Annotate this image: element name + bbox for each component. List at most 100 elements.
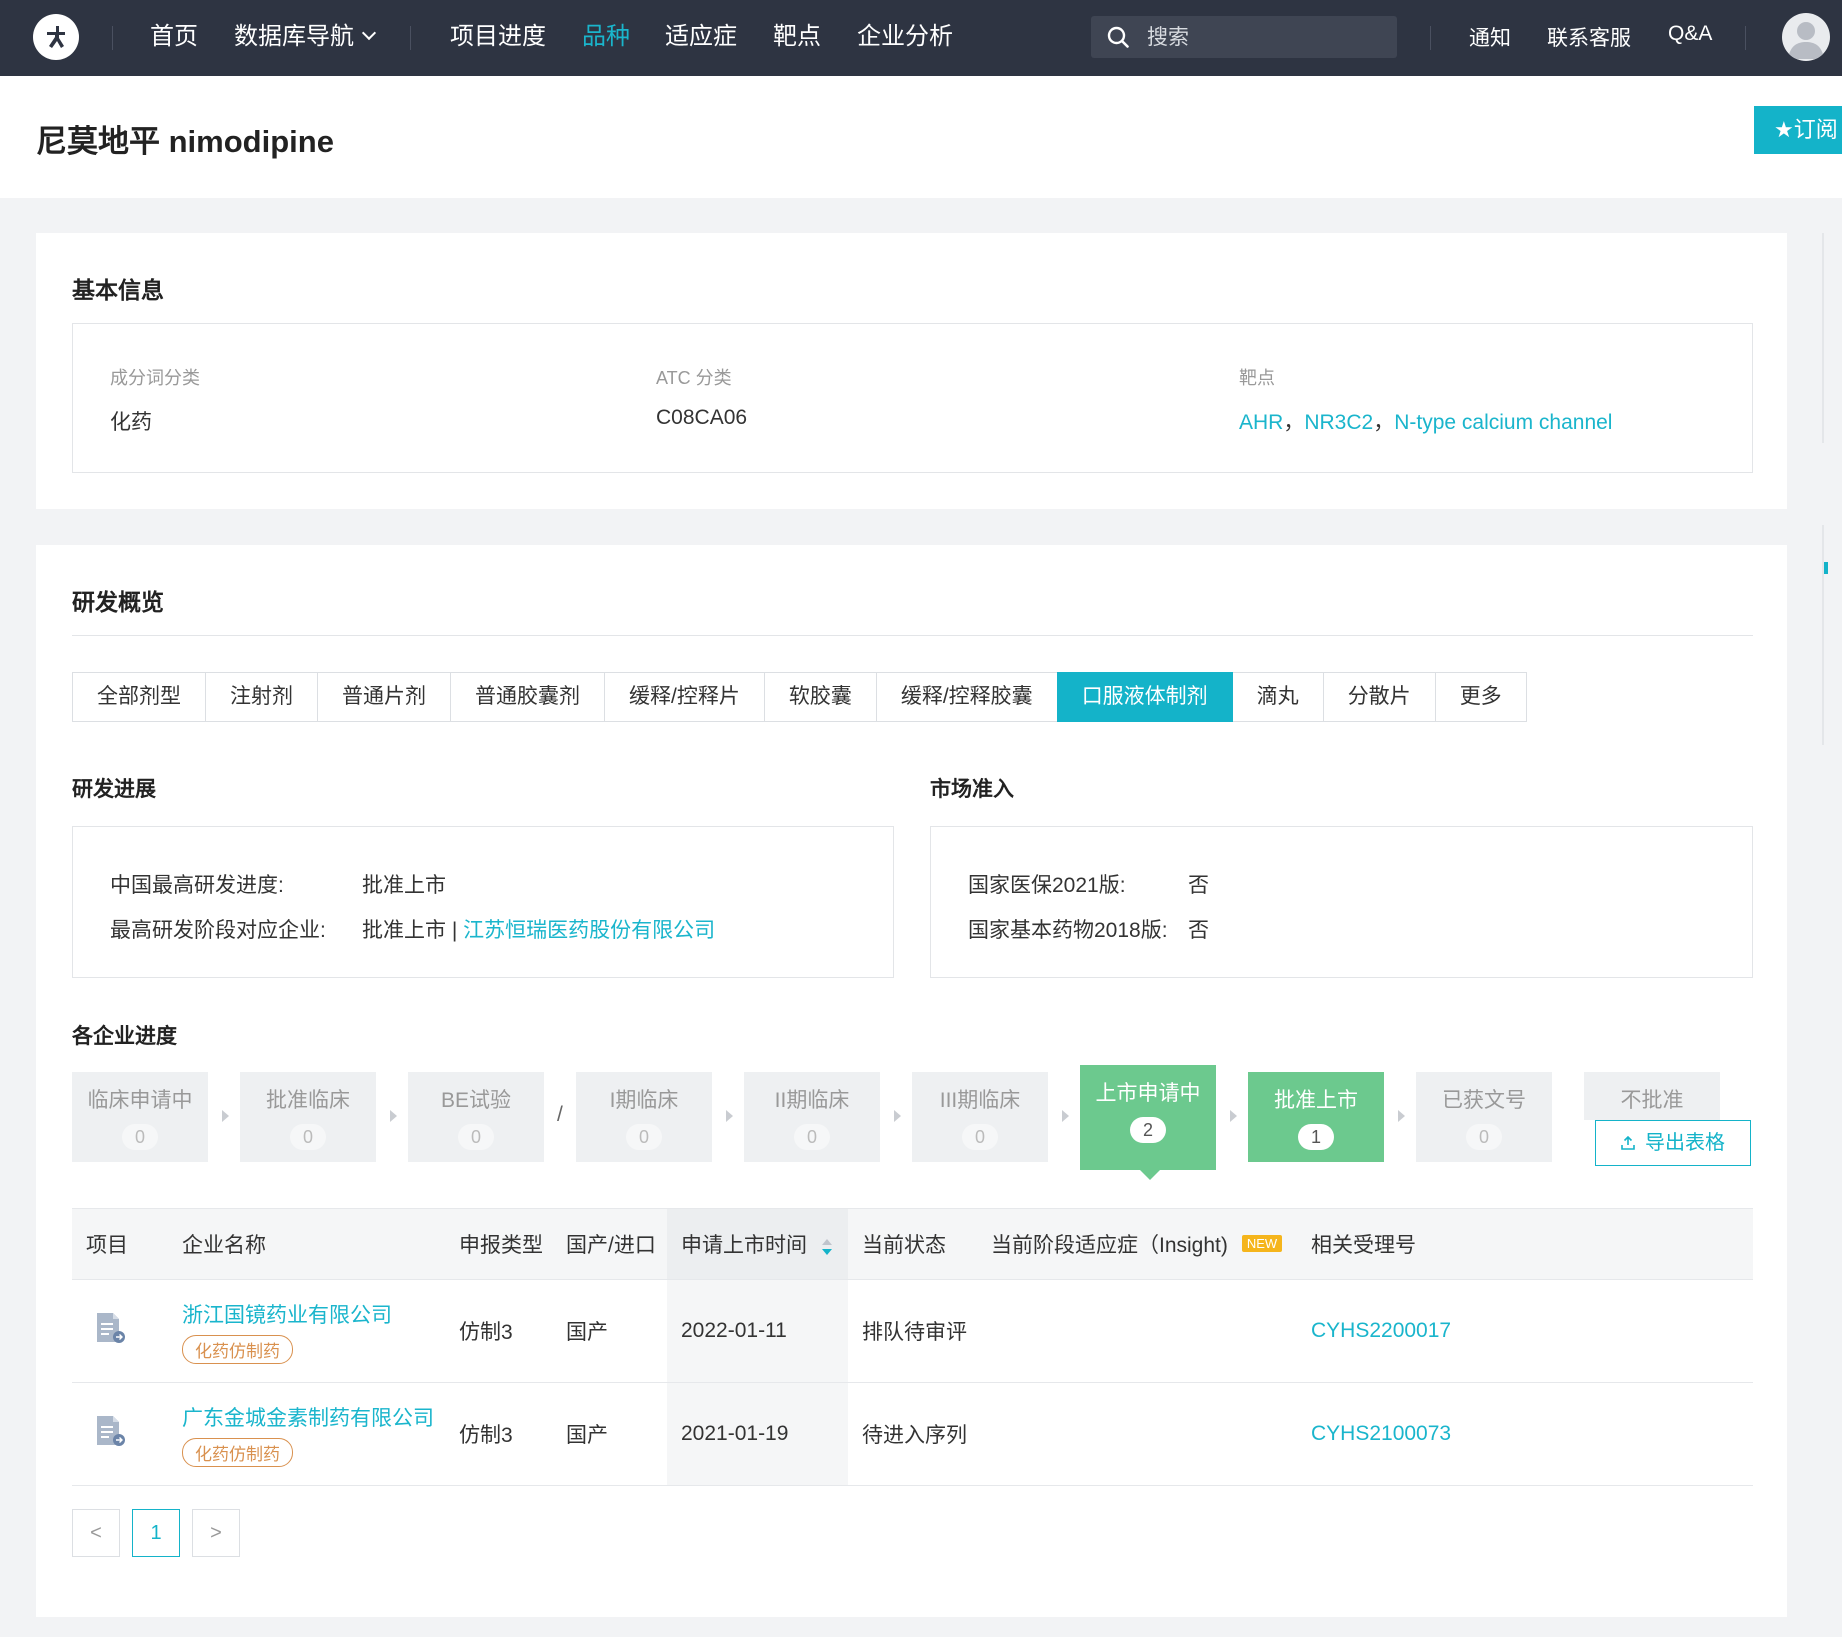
cn-highest-label: 中国最高研发进度:: [110, 874, 284, 897]
basic-info-card: 基本信息 成分词分类 化药 ATC 分类 C08CA06 靶点 AHR，NR3C…: [36, 233, 1787, 509]
stage-slash: /: [557, 1103, 563, 1126]
arrow-right-icon: [390, 1110, 397, 1122]
search-box: [1091, 16, 1397, 58]
table-row: 广东金城金素制药有限公司 化药仿制药 仿制3 国产 2021-01-19 待进入…: [72, 1382, 1753, 1486]
tab-injection[interactable]: 注射剂: [205, 672, 318, 722]
scroll-indicator: [1822, 233, 1824, 443]
page-title: 尼莫地平 nimodipine: [36, 124, 334, 159]
nav-target[interactable]: 靶点: [773, 20, 821, 54]
export-table-button[interactable]: 导出表格: [1595, 1120, 1751, 1166]
col-indication-label: 当前阶段适应症（Insight): [991, 1234, 1228, 1257]
stage-rejected[interactable]: 不批准: [1584, 1072, 1720, 1120]
col-date-label: 申请上市时间: [681, 1234, 807, 1257]
tab-dispersible-tablet[interactable]: 分散片: [1322, 672, 1436, 722]
tab-more[interactable]: 更多: [1434, 672, 1527, 722]
basic-info-box: 成分词分类 化药 ATC 分类 C08CA06 靶点 AHR，NR3C2，N-t…: [72, 323, 1753, 473]
tab-soft-capsule[interactable]: 软胶囊: [763, 672, 877, 722]
company-link[interactable]: 江苏恒瑞医药股份有限公司: [463, 919, 715, 942]
company-link[interactable]: 广东金城金素制药有限公司: [182, 1402, 445, 1432]
stage-phase-2[interactable]: II期临床 0: [744, 1072, 880, 1162]
project-cell: [72, 1382, 168, 1486]
prev-page-button[interactable]: <: [72, 1509, 120, 1557]
scroll-marker: [1824, 562, 1828, 574]
chevron-down-icon: [361, 25, 377, 41]
subscribe-button[interactable]: ★订阅: [1754, 106, 1842, 154]
accept-no-link[interactable]: CYHS2200017: [1311, 1319, 1451, 1342]
top-navbar: 首页 数据库导航 项目进度 品种 适应症 靶点 企业分析 通知 联系客服 Q&A: [0, 0, 1842, 76]
tab-tablet[interactable]: 普通片剂: [317, 672, 451, 722]
tab-dropping-pill[interactable]: 滴丸: [1231, 672, 1324, 722]
document-icon[interactable]: [94, 1414, 126, 1448]
nav-db-navigation-label: 数据库导航: [234, 23, 354, 50]
nav-project-progress[interactable]: 项目进度: [450, 20, 546, 54]
essential-value: 否: [1188, 919, 1209, 942]
stage-approval-number[interactable]: 已获文号 0: [1416, 1072, 1552, 1162]
nav-divider: [1430, 26, 1431, 50]
notify-link[interactable]: 通知: [1469, 22, 1511, 52]
stage-clinical-approved[interactable]: 批准临床 0: [240, 1072, 376, 1162]
date-cell: 2021-01-19: [667, 1382, 848, 1486]
table-header-row: 项目 企业名称 申报类型 国产/进口 申请上市时间 当前状态 当前阶段适应症（I…: [72, 1208, 1753, 1280]
nav-divider: [112, 26, 113, 50]
next-page-button[interactable]: >: [192, 1509, 240, 1557]
accept-no-link[interactable]: CYHS2100073: [1311, 1422, 1451, 1445]
stage-name: 批准临床: [266, 1089, 350, 1112]
support-link[interactable]: 联系客服: [1547, 22, 1631, 52]
scroll-indicator: [1822, 525, 1824, 745]
tab-er-tablet[interactable]: 缓释/控释片: [604, 672, 765, 722]
page-header: 尼莫地平 nimodipine ★订阅: [0, 76, 1842, 198]
target-link[interactable]: AHR: [1239, 411, 1283, 434]
sort-icon[interactable]: [821, 1237, 833, 1257]
search-icon[interactable]: [1107, 26, 1129, 48]
nav-home[interactable]: 首页: [150, 20, 198, 54]
new-badge: NEW: [1241, 1235, 1283, 1252]
search-input[interactable]: [1145, 22, 1389, 54]
stage-clinical-application[interactable]: 临床申请中 0: [72, 1072, 208, 1162]
accept-no-cell: CYHS2100073: [1297, 1382, 1753, 1486]
arrow-right-icon: [1062, 1110, 1069, 1122]
insurance-value: 否: [1188, 874, 1209, 897]
essential-label: 国家基本药物2018版:: [968, 919, 1168, 942]
stage-name: 批准上市: [1274, 1089, 1358, 1112]
tab-capsule[interactable]: 普通胶囊剂: [450, 672, 605, 722]
nav-company-analysis[interactable]: 企业分析: [857, 20, 953, 54]
nav-db-navigation[interactable]: 数据库导航: [234, 20, 377, 54]
document-icon[interactable]: [94, 1311, 126, 1345]
stage-phase-3[interactable]: III期临床 0: [912, 1072, 1048, 1162]
logo-icon[interactable]: [33, 14, 79, 60]
target-link[interactable]: N-type calcium channel: [1394, 411, 1612, 434]
page-1-button[interactable]: 1: [132, 1509, 180, 1557]
stage-market-application[interactable]: 上市申请中 2: [1080, 1065, 1216, 1180]
atc-label: ATC 分类: [656, 368, 732, 388]
col-date[interactable]: 申请上市时间: [667, 1208, 848, 1280]
stage-phase-1[interactable]: I期临床 0: [576, 1072, 712, 1162]
type-cell: 仿制3: [445, 1382, 552, 1486]
tab-er-capsule[interactable]: 缓释/控释胶囊: [875, 672, 1058, 722]
company-table: 项目 企业名称 申报类型 国产/进口 申请上市时间 当前状态 当前阶段适应症（I…: [72, 1208, 1753, 1486]
stage-be-trial[interactable]: BE试验 0: [408, 1072, 544, 1162]
user-icon: [1788, 22, 1824, 59]
market-access-title: 市场准入: [930, 778, 1014, 801]
project-cell: [72, 1279, 168, 1383]
nav-indication[interactable]: 适应症: [665, 20, 737, 54]
stage-count: 0: [122, 1124, 158, 1150]
stage-count: 0: [458, 1124, 494, 1150]
arrow-right-icon: [726, 1110, 733, 1122]
origin-cell: 国产: [552, 1279, 667, 1383]
tab-all-dosage[interactable]: 全部剂型: [72, 672, 206, 722]
stage-name: 上市申请中: [1095, 1082, 1201, 1105]
qa-link[interactable]: Q&A: [1668, 22, 1712, 46]
arrow-right-icon: [894, 1110, 901, 1122]
basic-info-title: 基本信息: [72, 277, 164, 303]
target-link[interactable]: NR3C2: [1304, 411, 1373, 434]
stage-market-approved[interactable]: 批准上市 1: [1248, 1072, 1384, 1162]
stage-count: 0: [794, 1124, 830, 1150]
ingredient-label: 成分词分类: [110, 368, 200, 388]
company-link[interactable]: 浙江国镜药业有限公司: [182, 1299, 445, 1329]
tab-oral-liquid[interactable]: 口服液体制剂: [1056, 672, 1233, 722]
target-list: AHR，NR3C2，N-type calcium channel: [1239, 406, 1612, 436]
avatar[interactable]: [1782, 13, 1830, 61]
stage-count: 0: [626, 1124, 662, 1150]
nav-variety[interactable]: 品种: [582, 20, 630, 54]
company-cell: 浙江国镜药业有限公司 化药仿制药: [168, 1279, 445, 1383]
